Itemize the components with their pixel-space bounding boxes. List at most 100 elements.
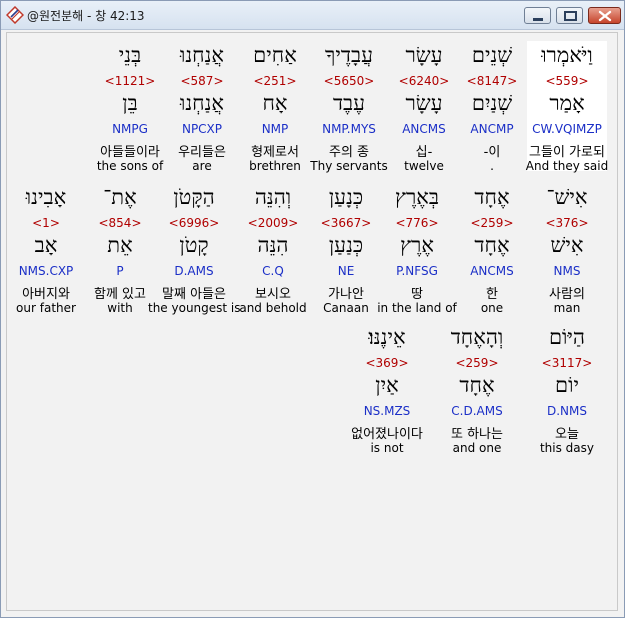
english-gloss: this dasy — [539, 441, 595, 455]
hebrew-word: וַיֹּאמְרוּ — [541, 43, 593, 67]
close-button[interactable] — [588, 7, 621, 24]
app-window: @원전분해 - 창 42:13 וַיֹּאמְרוּ <559> אָמַר CW.… — [0, 0, 625, 618]
hebrew-lemma: אֶחָד — [474, 233, 510, 257]
hebrew-word: אֵינֶנּוּ׃ — [368, 325, 406, 349]
parsing-code: ANCMP — [470, 122, 514, 136]
hebrew-word: אָבִינוּ — [25, 185, 67, 209]
hebrew-lemma: הִנֵּה — [257, 233, 289, 257]
parsing-code: NMP.MYS — [322, 122, 376, 136]
english-gloss: and behold — [239, 301, 307, 315]
hebrew-word: בְּאֶרֶץ — [395, 185, 439, 209]
hebrew-word: הַיּוֹם — [548, 325, 586, 349]
word-cell[interactable]: בְּנֵי <1121> בֵּן NMPG 아들들이라 the sons of — [90, 41, 170, 173]
korean-gloss: 아들들이라 — [100, 145, 160, 160]
hebrew-lexicon-app-icon[interactable] — [5, 5, 25, 25]
word-cell[interactable]: עֲבָדֶיךָ <5650> עֶבֶד NMP.MYS 주의 종 Thy serva… — [309, 41, 389, 173]
hebrew-lemma: שְׁנַיִם — [471, 91, 513, 115]
word-cell[interactable]: אֶת־ <854> אֵת P 함께 있고 with — [80, 183, 160, 315]
word-cell[interactable]: אָבִינוּ <1> אָב NMS.CXP 아버지와 our father — [6, 183, 86, 315]
strong-number: <259> — [455, 356, 499, 370]
hebrew-lemma: בֵּן — [122, 91, 138, 115]
word-cell[interactable]: הַיּוֹם <3117> יוֹם D.NMS 오늘 this dasy — [527, 323, 607, 455]
strong-number: <776> — [395, 216, 439, 230]
word-cell[interactable]: אִישׁ־ <376> אִישׁ NMS 사람의 man — [527, 183, 607, 315]
hebrew-lemma: אָב — [34, 233, 58, 257]
word-cell[interactable]: וְהָאֶחָד <259> אֶחָד C.D.AMS 또 하나는 and one — [437, 323, 517, 455]
minimize-button[interactable] — [524, 7, 551, 24]
word-cell[interactable]: וְהִנֵּה <2009> הִנֵּה C.Q 보시오 and behold — [233, 183, 313, 315]
parsing-code: D.AMS — [174, 264, 214, 278]
maximize-icon — [564, 11, 577, 21]
parsing-code: NMS — [553, 264, 581, 278]
parsing-code: NS.MZS — [363, 404, 411, 418]
parsing-code: NMP — [261, 122, 289, 136]
strong-number: <587> — [180, 74, 224, 88]
hebrew-word: אֲנַחְנוּ — [179, 43, 225, 67]
interlinear-panel[interactable]: וַיֹּאמְרוּ <559> אָמַר CW.VQIMZP 그들이 가로되 And… — [6, 32, 618, 611]
strong-number: <854> — [98, 216, 142, 230]
hebrew-word: אֶת־ — [103, 185, 137, 209]
strong-number: <251> — [253, 74, 297, 88]
hebrew-word: הַקָּטֹן — [173, 185, 215, 209]
parsing-code: P — [116, 264, 124, 278]
hebrew-lemma: עֶבֶד — [332, 91, 366, 115]
english-gloss: our father — [16, 301, 76, 315]
english-gloss: and one — [452, 441, 502, 455]
korean-gloss: 없어졌나이다 — [351, 427, 423, 442]
korean-gloss: 오늘 — [555, 427, 579, 442]
strong-number: <8147> — [466, 74, 518, 88]
hebrew-word: אֶחָד — [474, 185, 510, 209]
title-bar[interactable]: @원전분해 - 창 42:13 — [1, 1, 624, 30]
hebrew-word: וְהָאֶחָד — [450, 325, 504, 349]
parsing-code: CW.VQIMZP — [532, 122, 602, 136]
word-cell[interactable]: וַיֹּאמְרוּ <559> אָמַר CW.VQIMZP 그들이 가로되 And… — [526, 41, 608, 173]
hebrew-word: בְּנֵי — [118, 43, 142, 67]
hebrew-lemma: אָמַר — [549, 91, 585, 115]
strong-number: <1> — [32, 216, 60, 230]
word-cell[interactable]: אֶחָד <259> אֶחָד ANCMS 한 one — [452, 183, 532, 315]
hebrew-lemma: אֶחָד — [459, 373, 495, 397]
window-title: @원전분해 - 창 42:13 — [27, 9, 145, 23]
parsing-code: C.D.AMS — [451, 404, 503, 418]
parsing-code: D.NMS — [546, 404, 587, 418]
hebrew-lemma: אֵת — [107, 233, 133, 257]
hebrew-word: שְׁנֵים — [471, 43, 513, 67]
korean-gloss: 또 하나는 — [451, 427, 503, 442]
close-icon — [598, 10, 612, 22]
strong-number: <369> — [365, 356, 409, 370]
parsing-code: NMPG — [112, 122, 148, 136]
strong-number: <1121> — [104, 74, 156, 88]
english-gloss: is not — [370, 441, 404, 455]
parsing-code: C.Q — [262, 264, 284, 278]
word-cell[interactable]: הַקָּטֹן <6996> קָטֹן D.AMS 말째 아들은 the younge… — [148, 183, 241, 315]
hebrew-lemma: אֶרֶץ — [400, 233, 434, 257]
hebrew-lemma: אָח — [262, 91, 288, 115]
parsing-code: NMS.CXP — [18, 264, 74, 278]
hebrew-word: עָשָׂר — [405, 43, 443, 67]
hebrew-word: עֲבָדֶיךָ — [325, 43, 373, 67]
strong-number: <6240> — [398, 74, 450, 88]
hebrew-word: אִישׁ־ — [546, 185, 588, 209]
strong-number: <3117> — [541, 356, 593, 370]
english-gloss: the sons of — [96, 159, 164, 173]
parsing-code: ANCMS — [470, 264, 514, 278]
hebrew-lemma: אִישׁ — [550, 233, 584, 257]
parsing-code: P.NFSG — [396, 264, 438, 278]
hebrew-lemma: יוֹם — [555, 373, 579, 397]
strong-number: <2009> — [247, 216, 299, 230]
hebrew-lemma: קָטֹן — [179, 233, 209, 257]
word-cell[interactable]: אֵינֶנּוּ׃ <369> אַיִן NS.MZS 없어졌나이다 is not — [347, 323, 427, 455]
strong-number: <559> — [545, 74, 589, 88]
strong-number: <376> — [545, 216, 589, 230]
hebrew-word: אַחִים — [253, 43, 297, 67]
korean-gloss: 보시오 — [255, 287, 291, 302]
hebrew-lemma: אַיִן — [375, 373, 399, 397]
maximize-button[interactable] — [556, 7, 583, 24]
minimize-icon — [533, 18, 543, 21]
strong-number: <259> — [470, 216, 514, 230]
word-cell[interactable]: עָשָׂר <6240> עָשָׂר ANCMS 십-twelve — [384, 41, 464, 173]
strong-number: <5650> — [323, 74, 375, 88]
parsing-code: NPCXP — [181, 122, 223, 136]
hebrew-lemma: אֲנַחְנוּ — [179, 91, 225, 115]
hebrew-word: כְּנָעַן — [328, 185, 364, 209]
